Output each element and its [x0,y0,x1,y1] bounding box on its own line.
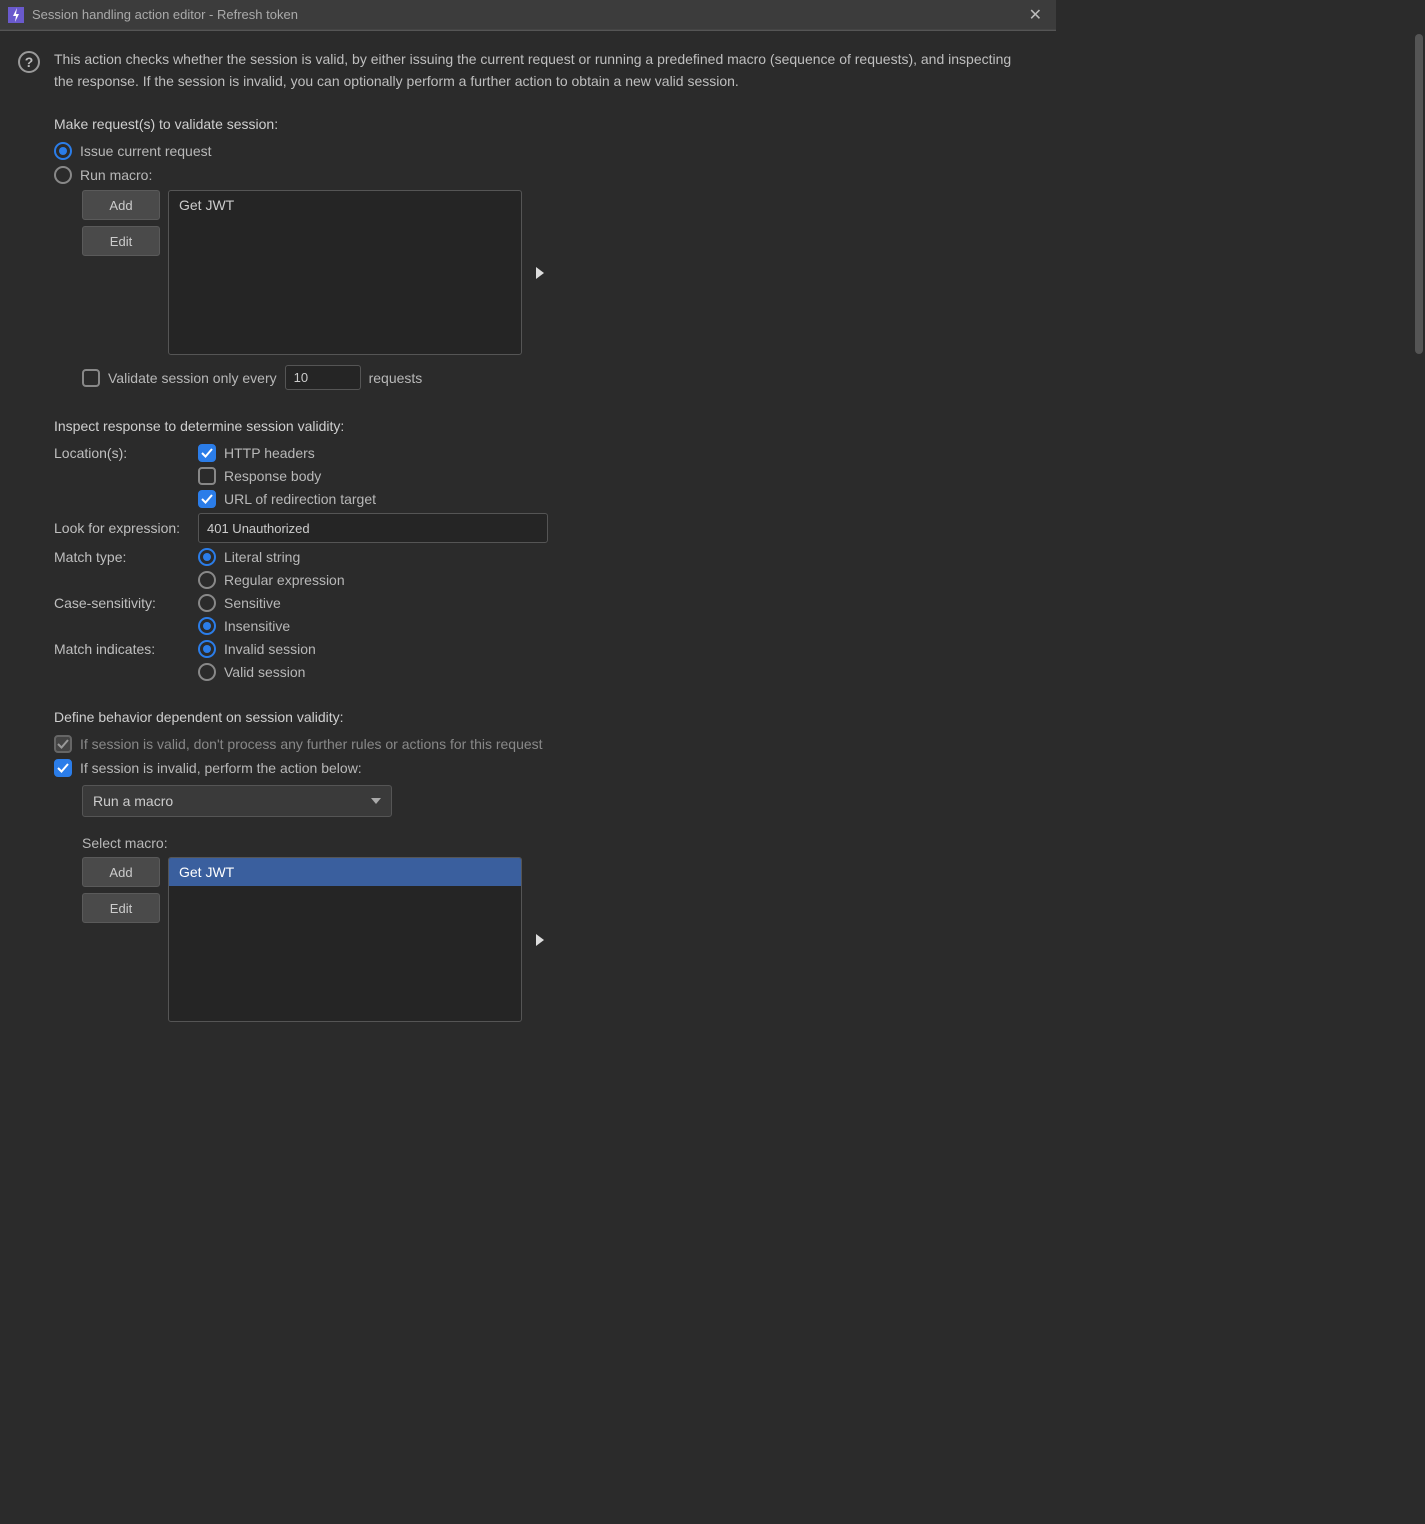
locations-label: Location(s): [54,445,198,461]
select-macro-label: Select macro: [82,835,1042,851]
titlebar: Session handling action editor - Refresh… [0,0,1056,30]
regex-radio[interactable] [198,571,216,589]
url-redirect-label: URL of redirection target [224,491,376,507]
macro-list[interactable]: Get JWT [168,190,522,355]
url-redirect-checkbox[interactable] [198,490,216,508]
valid-skip-label: If session is valid, don't process any f… [80,736,543,752]
validate-every-label-pre: Validate session only every [108,370,277,386]
edit-macro-button[interactable]: Edit [82,226,160,256]
validate-every-checkbox[interactable] [82,369,100,387]
valid-label: Valid session [224,664,305,680]
http-headers-checkbox[interactable] [198,444,216,462]
add-macro-button-2[interactable]: Add [82,857,160,887]
indicates-label: Match indicates: [54,641,198,657]
play-icon[interactable] [536,267,544,279]
edit-macro-button-2[interactable]: Edit [82,893,160,923]
response-body-checkbox[interactable] [198,467,216,485]
valid-skip-checkbox [54,735,72,753]
expression-input[interactable] [198,513,548,543]
valid-radio[interactable] [198,663,216,681]
regex-label: Regular expression [224,572,345,588]
issue-request-label: Issue current request [80,143,212,159]
validate-every-label-post: requests [369,370,423,386]
validate-every-input[interactable] [285,365,361,390]
action-dropdown[interactable]: Run a macro [82,785,392,817]
sensitive-label: Sensitive [224,595,281,611]
behavior-heading: Define behavior dependent on session val… [54,709,1042,725]
insensitive-label: Insensitive [224,618,290,634]
http-headers-label: HTTP headers [224,445,315,461]
insensitive-radio[interactable] [198,617,216,635]
list-item[interactable]: Get JWT [169,191,521,219]
macro-list-2[interactable]: Get JWT [168,857,522,1022]
literal-radio[interactable] [198,548,216,566]
window-title: Session handling action editor - Refresh… [32,7,1023,22]
description-text: This action checks whether the session i… [54,49,1042,92]
invalid-label: Invalid session [224,641,316,657]
play-icon[interactable] [536,934,544,946]
case-label: Case-sensitivity: [54,595,198,611]
action-selected: Run a macro [93,793,173,809]
sensitive-radio[interactable] [198,594,216,612]
expr-label: Look for expression: [54,520,198,536]
invalid-radio[interactable] [198,640,216,658]
response-body-label: Response body [224,468,321,484]
app-icon [8,7,24,23]
close-icon[interactable]: ✕ [1023,5,1048,25]
invalid-action-checkbox[interactable] [54,759,72,777]
run-macro-label: Run macro: [80,167,152,183]
inspect-heading: Inspect response to determine session va… [54,418,1042,434]
add-macro-button[interactable]: Add [82,190,160,220]
help-icon[interactable]: ? [18,51,40,73]
match-type-label: Match type: [54,549,198,565]
validate-heading: Make request(s) to validate session: [54,116,1042,132]
scrollbar[interactable] [1415,34,1423,354]
invalid-action-label: If session is invalid, perform the actio… [80,760,362,776]
literal-label: Literal string [224,549,300,565]
run-macro-radio[interactable] [54,166,72,184]
chevron-down-icon [371,798,381,804]
list-item[interactable]: Get JWT [169,858,521,886]
issue-request-radio[interactable] [54,142,72,160]
